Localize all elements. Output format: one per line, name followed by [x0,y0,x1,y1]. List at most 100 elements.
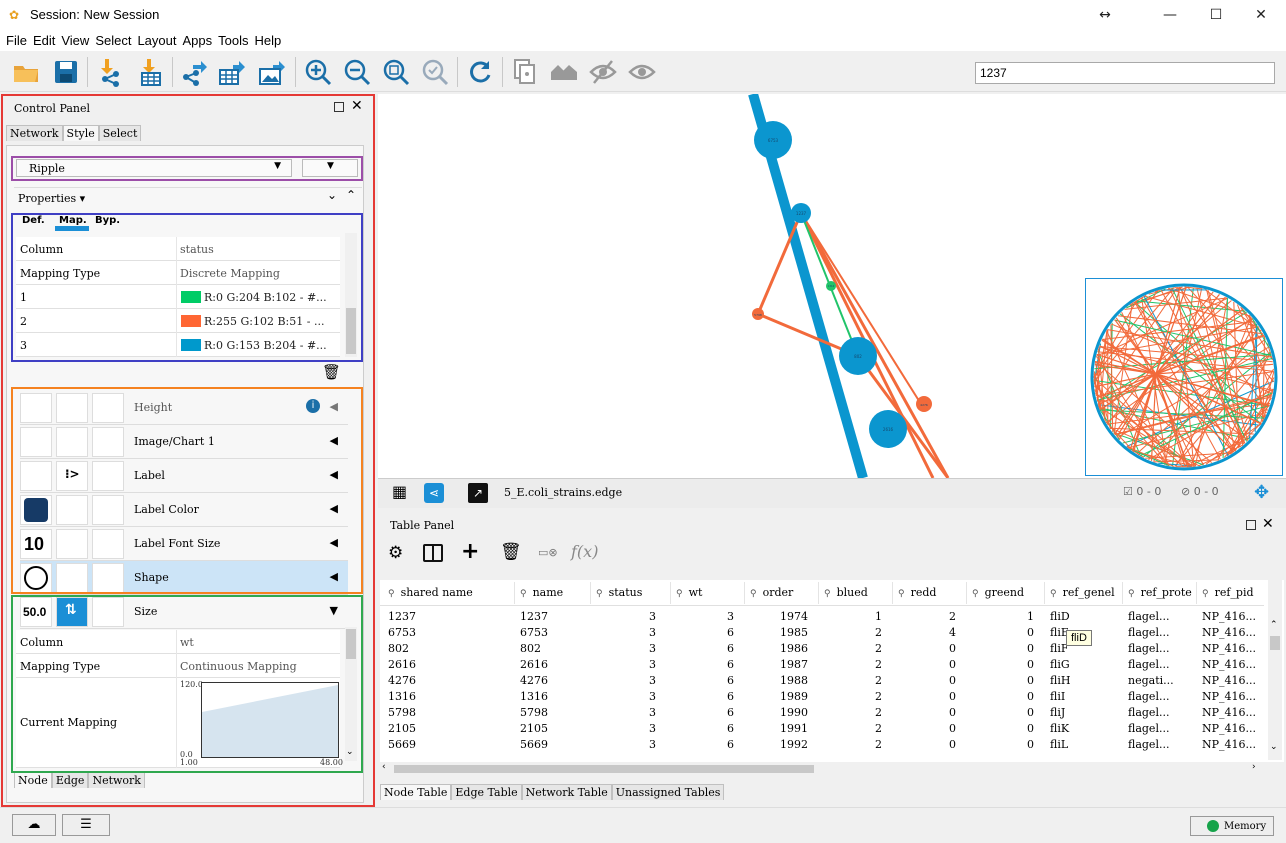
column-header[interactable]: ⚲ ref_genel [1050,586,1115,599]
table-cell[interactable]: 6 [670,706,734,719]
table-cell[interactable]: 3 [590,674,656,687]
table-cell[interactable]: fliI [1050,690,1065,703]
table-cell[interactable]: 3 [670,610,734,623]
table-cell[interactable]: 802 [520,642,541,655]
table-row[interactable]: 2105 2105 3 6 1991 2 0 0 fliK flagel... NP_416... [380,722,1264,738]
resize-icon[interactable]: ↔ [1090,4,1120,26]
table-cell[interactable]: 2 [818,626,882,639]
function-builder-icon[interactable]: f(x) [571,542,598,561]
table-cell[interactable]: 3 [590,706,656,719]
table-cell[interactable]: 5798 [520,706,548,719]
table-cell[interactable]: 2 [818,658,882,671]
table-cell[interactable]: NP_416... [1202,706,1256,719]
import-table-icon[interactable] [135,57,165,87]
table-cell[interactable]: 1 [966,610,1034,623]
table-row[interactable]: 4276 4276 3 6 1988 2 0 0 fliH negati... NP_416... [380,674,1264,690]
table-cell[interactable]: 0 [892,690,956,703]
columns-icon[interactable] [423,544,443,562]
detach-icon[interactable]: ↗ [468,483,488,503]
table-cell[interactable]: 1316 [520,690,548,703]
table-cell[interactable]: 1990 [744,706,808,719]
table-cell[interactable]: NP_416... [1202,722,1256,735]
close-button[interactable]: ✕ [1246,4,1276,26]
table-cell[interactable]: NP_416... [1202,738,1256,751]
export-network-icon[interactable] [179,57,209,87]
table-cell[interactable]: 0 [966,738,1034,751]
table-cell[interactable]: 4276 [388,674,416,687]
table-cell[interactable]: 0 [966,642,1034,655]
table-cell[interactable]: 4 [892,626,956,639]
network-view[interactable]: 6753 1237 802 2616 4276 5798 1316 [378,94,1286,478]
table-cell[interactable]: flagel... [1128,738,1169,751]
save-icon[interactable] [51,57,81,87]
table-cell[interactable]: 1237 [388,610,416,623]
grid-view-icon[interactable]: ▦ [392,484,414,502]
table-cell[interactable]: 4276 [520,674,548,687]
table-cell[interactable]: 2105 [520,722,548,735]
settings-icon[interactable]: ⚙ [388,543,403,563]
table-cell[interactable]: 1 [818,610,882,623]
tab-edge-table[interactable]: Edge Table [451,784,522,800]
column-header[interactable]: ⚲ blued [824,586,868,599]
table-cell[interactable]: 6 [670,626,734,639]
link-table-icon[interactable]: ▭⊗ [538,546,558,559]
network-overview[interactable] [1085,278,1283,476]
table-row[interactable]: 5798 5798 3 6 1990 2 0 0 fliJ flagel... NP_416... [380,706,1264,722]
table-cell[interactable]: 0 [966,706,1034,719]
table-row[interactable]: 802 802 3 6 1986 2 0 0 fliF flagel... NP_416... [380,642,1264,658]
table-cell[interactable]: 1989 [744,690,808,703]
table-cell[interactable]: fliH [1050,674,1070,687]
table-cell[interactable]: NP_416... [1202,642,1256,655]
maximize-button[interactable]: ☐ [1201,4,1231,26]
table-cell[interactable]: 6753 [520,626,548,639]
table-cell[interactable]: flagel... [1128,610,1169,623]
table-cell[interactable]: 2 [818,674,882,687]
table-cell[interactable]: 0 [892,706,956,719]
table-row[interactable]: 2616 2616 3 6 1987 2 0 0 fliG flagel... NP_416... [380,658,1264,674]
search-input[interactable]: 1237 [975,62,1275,84]
table-cell[interactable]: 3 [590,722,656,735]
tab-unassigned-tables[interactable]: Unassigned Tables [611,784,725,800]
column-header[interactable]: ⚲ shared name [388,586,473,599]
table-cell[interactable]: 5669 [520,738,548,751]
table-cell[interactable]: 802 [388,642,409,655]
table-cell[interactable]: 0 [892,738,956,751]
table-cell[interactable]: 3 [590,626,656,639]
home-icon[interactable] [549,57,579,87]
table-cell[interactable]: 2616 [388,658,416,671]
table-cell[interactable]: 3 [590,642,656,655]
table-cell[interactable]: 0 [892,722,956,735]
table-cell[interactable]: 1974 [744,610,808,623]
zoom-out-icon[interactable] [342,57,372,87]
table-cell[interactable]: 2 [818,642,882,655]
table-cell[interactable]: fliG [1050,658,1070,671]
column-header[interactable]: ⚲ greend [972,586,1024,599]
table-cell[interactable]: 6 [670,674,734,687]
delete-icon[interactable]: 🗑 [500,542,522,562]
table-cell[interactable]: 0 [892,658,956,671]
table-cell[interactable]: flagel... [1128,658,1169,671]
column-header[interactable]: ⚲ name [520,586,563,599]
table-cell[interactable]: NP_416... [1202,690,1256,703]
table-cell[interactable]: 6 [670,738,734,751]
table-cell[interactable]: 1992 [744,738,808,751]
table-cell[interactable]: 3 [590,738,656,751]
tab-node-table[interactable]: Node Table [380,784,452,800]
menu-apps[interactable]: Apps [180,31,216,50]
table-cell[interactable]: 5669 [388,738,416,751]
table-cell[interactable]: 6753 [388,626,416,639]
table-cell[interactable]: 0 [966,626,1034,639]
table-cell[interactable]: 0 [892,674,956,687]
table-cell[interactable]: 1991 [744,722,808,735]
table-cell[interactable]: 2616 [520,658,548,671]
add-icon[interactable]: + [461,539,479,564]
table-hscroll[interactable]: ‹ › [380,762,1284,776]
table-cell[interactable]: 6 [670,642,734,655]
menu-tools[interactable]: Tools [215,31,251,50]
table-cell[interactable]: 2 [818,722,882,735]
table-cell[interactable]: 5798 [388,706,416,719]
table-cell[interactable]: 3 [590,610,656,623]
table-cell[interactable]: 2 [818,738,882,751]
table-cell[interactable]: flagel... [1128,706,1169,719]
table-cell[interactable]: 2 [818,706,882,719]
